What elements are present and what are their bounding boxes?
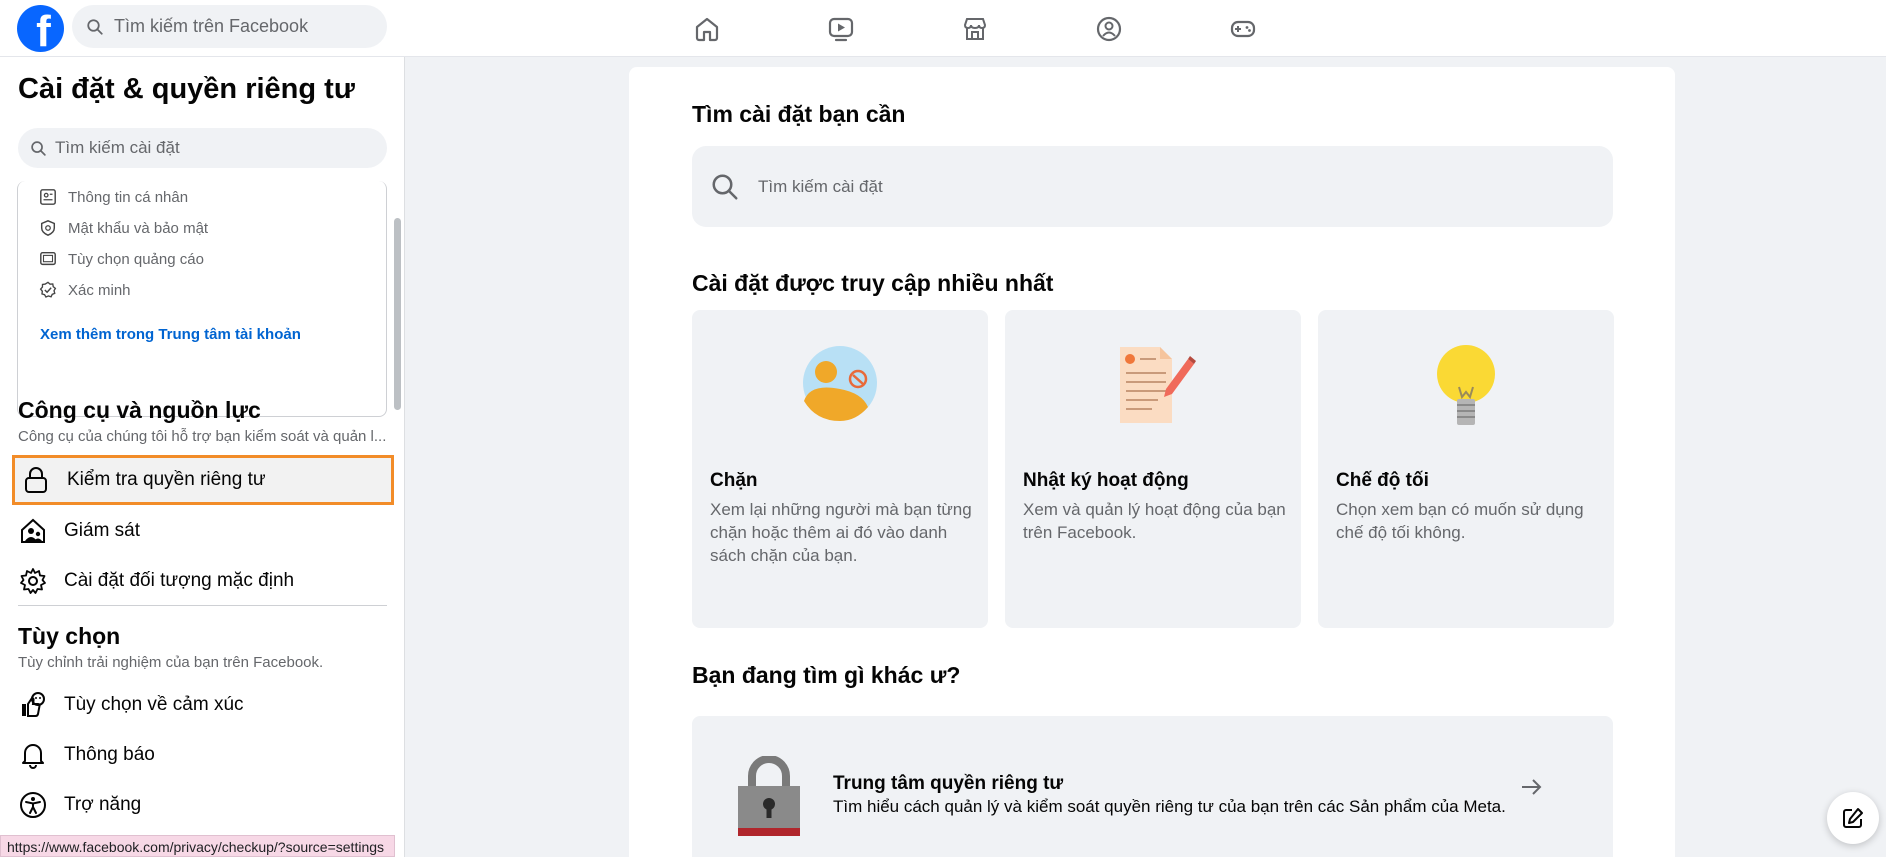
reactions-icon <box>18 690 48 720</box>
accounts-center-link[interactable]: Xem thêm trong Trung tâm tài khoản <box>40 326 301 343</box>
marketplace-icon <box>963 17 987 40</box>
sidebar-scrollbar[interactable] <box>394 218 401 410</box>
card-title: Chặn <box>710 470 758 491</box>
sidebar-item-label: Xác minh <box>68 281 131 299</box>
sidebar-search-placeholder: Tìm kiếm cài đặt <box>55 138 180 157</box>
card-description: Xem và quản lý hoạt động của bạn trên Fa… <box>1023 500 1286 542</box>
preferences-section-subtitle: Tùy chỉnh trải nghiệm của bạn trên Faceb… <box>18 654 324 671</box>
verified-badge-icon <box>38 280 58 300</box>
sidebar-item-privacy-checkup[interactable]: Kiểm tra quyền riêng tư <box>12 455 394 505</box>
main-search-input[interactable]: Tìm kiếm cài đặt <box>692 146 1613 227</box>
arrow-right-icon[interactable] <box>1520 776 1542 803</box>
privacy-center-title: Trung tâm quyền riêng tư <box>833 773 1064 794</box>
card-title: Nhật ký hoạt động <box>1023 470 1189 491</box>
card-description: Chọn xem bạn có muốn sử dụng chế độ tối … <box>1336 500 1584 542</box>
sidebar-item-accessibility[interactable]: Trợ năng <box>12 780 394 830</box>
sidebar-item-label: Tùy chọn quảng cáo <box>68 250 204 268</box>
sidebar-item-password-security[interactable]: Mật khẩu và bảo mật <box>38 216 208 240</box>
main-search-placeholder: Tìm kiếm cài đặt <box>758 176 883 196</box>
nav-home[interactable] <box>640 0 774 57</box>
home-icon <box>695 17 719 41</box>
video-icon <box>828 17 854 41</box>
tools-section-title: Công cụ và nguồn lực <box>18 397 261 423</box>
sidebar-item-label: Trợ năng <box>64 794 142 815</box>
settings-main-panel: Tìm cài đặt bạn cần Tìm kiếm cài đặt Cài… <box>629 67 1675 857</box>
blocking-illustration <box>692 345 988 435</box>
card-description: Xem lại những người mà bạn từng chặn hoặ… <box>710 500 972 565</box>
facebook-search-placeholder: Tìm kiếm trên Facebook <box>114 16 309 36</box>
sidebar-item-ad-preferences[interactable]: Tùy chọn quảng cáo <box>38 247 204 271</box>
accessibility-icon <box>18 790 48 820</box>
search-settings-heading: Tìm cài đặt bạn cần <box>692 101 906 127</box>
new-message-button[interactable] <box>1827 792 1879 844</box>
logo-letter: f <box>36 7 51 53</box>
monitor-icon <box>38 249 58 269</box>
sidebar-item-personal-info[interactable]: Thông tin cá nhân <box>38 185 188 209</box>
nav-gaming[interactable] <box>1176 0 1310 57</box>
nav-video[interactable] <box>774 0 908 57</box>
shield-icon <box>38 218 58 238</box>
facebook-search-input[interactable]: Tìm kiếm trên Facebook <box>72 5 387 48</box>
sidebar-title: Cài đặt & quyền riêng tư <box>18 73 355 105</box>
sidebar-item-label: Mật khẩu và bảo mật <box>68 219 209 237</box>
dark-mode-illustration <box>1318 345 1614 435</box>
nav-marketplace[interactable] <box>908 0 1042 57</box>
supervision-icon <box>18 516 48 546</box>
main-nav-tabs <box>640 0 1310 57</box>
id-card-icon <box>38 187 58 207</box>
sidebar-item-notifications[interactable]: Thông báo <box>12 730 394 780</box>
card-blocking[interactable]: Chặn Xem lại những người mà bạn từng chặ… <box>692 310 988 628</box>
gear-icon <box>18 566 48 596</box>
activity-log-illustration <box>1005 345 1301 435</box>
search-icon <box>87 18 103 35</box>
card-title: Chế độ tối <box>1336 470 1429 491</box>
padlock-illustration <box>738 755 800 841</box>
tools-section-subtitle: Công cụ của chúng tôi hỗ trợ bạn kiểm so… <box>18 428 387 445</box>
status-bar-url: https://www.facebook.com/privacy/checkup… <box>0 835 396 857</box>
section-divider <box>18 605 387 606</box>
search-icon <box>712 174 738 199</box>
other-settings-heading: Bạn đang tìm gì khác ư? <box>692 662 961 688</box>
accounts-center-box: Thông tin cá nhân Mật khẩu và bảo mật Tù… <box>17 181 387 417</box>
preferences-section-title: Tùy chọn <box>18 623 121 649</box>
card-dark-mode[interactable]: Chế độ tối Chọn xem bạn có muốn sử dụng … <box>1318 310 1614 628</box>
sidebar-item-supervision[interactable]: Giám sát <box>12 506 394 556</box>
settings-sidebar: Cài đặt & quyền riêng tư Tìm kiếm cài đặ… <box>0 57 405 857</box>
nav-groups[interactable] <box>1042 0 1176 57</box>
top-navigation-bar: f Tìm kiếm trên Facebook <box>0 0 1886 57</box>
compose-icon <box>1843 808 1863 828</box>
sidebar-item-label: Thông báo <box>64 744 155 765</box>
lock-icon <box>21 465 51 495</box>
sidebar-item-label: Tùy chọn về cảm xúc <box>64 694 244 715</box>
sidebar-item-label: Cài đặt đối tượng mặc định <box>64 570 295 591</box>
groups-icon <box>1096 16 1122 41</box>
sidebar-search-input[interactable]: Tìm kiếm cài đặt <box>18 128 387 168</box>
search-icon <box>31 140 46 156</box>
gaming-icon <box>1230 20 1256 37</box>
sidebar-item-label: Thông tin cá nhân <box>68 188 189 206</box>
most-visited-heading: Cài đặt được truy cập nhiều nhất <box>692 270 1054 296</box>
sidebar-item-label: Giám sát <box>64 520 141 541</box>
card-activity-log[interactable]: Nhật ký hoạt động Xem và quản lý hoạt độ… <box>1005 310 1301 628</box>
sidebar-item-reaction-preferences[interactable]: Tùy chọn về cảm xúc <box>12 680 394 730</box>
sidebar-item-verification[interactable]: Xác minh <box>38 278 131 302</box>
privacy-center-description: Tìm hiểu cách quản lý và kiểm soát quyền… <box>833 797 1506 816</box>
privacy-center-card[interactable]: Trung tâm quyền riêng tư Tìm hiểu cách q… <box>692 716 1613 857</box>
sidebar-item-default-audience[interactable]: Cài đặt đối tượng mặc định <box>12 556 394 606</box>
sidebar-item-label: Kiểm tra quyền riêng tư <box>67 469 266 490</box>
facebook-logo[interactable]: f <box>17 5 64 52</box>
bell-icon <box>18 740 48 770</box>
